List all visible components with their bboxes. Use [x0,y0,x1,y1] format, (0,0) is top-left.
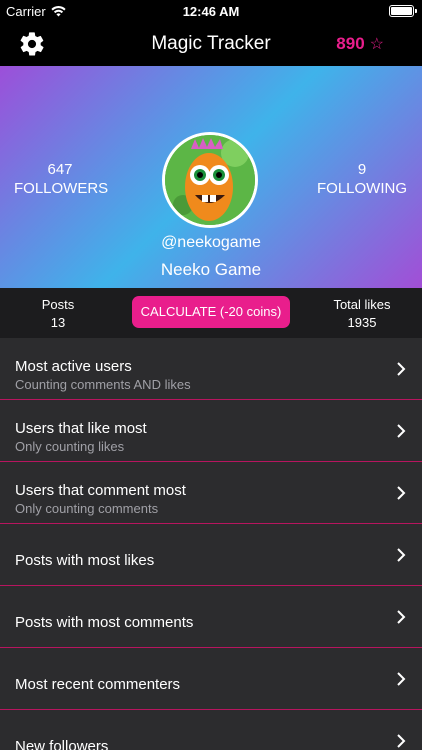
chevron-right-icon [397,486,406,500]
menu-item-label: New followers [15,738,109,750]
followers-count: 647 [47,161,73,178]
menu-item-posts-most-comments[interactable]: Posts with most comments [0,586,422,648]
menu-item-label: Most recent commenters [15,676,181,693]
chevron-right-icon [397,362,406,376]
menu-list: Most active users Counting comments AND … [0,338,422,750]
menu-item-users-comment-most[interactable]: Users that comment most Only counting co… [0,462,422,524]
menu-item-subtitle: Counting comments AND likes [15,377,191,392]
menu-item-recent-commenters[interactable]: Most recent commenters [0,648,422,710]
menu-item-subtitle: Only counting comments [15,501,159,516]
followers-label: FOLLOWERS [14,180,109,197]
menu-item-most-active-users[interactable]: Most active users Counting comments AND … [0,338,422,400]
menu-item-new-followers[interactable]: New followers [0,710,422,750]
likes-stat: Total likes 1935 [316,296,408,332]
coin-balance[interactable]: 890 ☆ [336,34,384,54]
chevron-right-icon [397,548,406,562]
menu-item-users-like-most[interactable]: Users that like most Only counting likes [0,400,422,462]
following-label: FOLLOWING [316,180,407,197]
chevron-right-icon [397,610,406,624]
star-icon: ☆ [369,36,384,53]
posts-label: Posts [41,297,75,312]
monster-avatar-image [165,135,255,225]
menu-item-label: Posts with most comments [15,614,194,631]
chevron-right-icon [397,672,406,686]
posts-stat: Posts 13 [18,296,98,332]
following-stat[interactable]: 9 FOLLOWING [316,160,408,198]
avatar[interactable] [162,132,258,228]
likes-value: 1935 [347,315,377,330]
menu-item-posts-most-likes[interactable]: Posts with most likes [0,524,422,586]
menu-item-label: Most active users [15,358,132,375]
following-count: 9 [357,161,367,178]
followers-stat[interactable]: 647 FOLLOWERS [14,160,109,198]
clock: 12:46 AM [182,4,240,19]
calculate-button[interactable]: CALCULATE (-20 coins) [132,296,290,328]
menu-item-label: Users that comment most [15,482,186,499]
nav-bar: Magic Tracker 890 ☆ [0,22,422,66]
user-handle: @neekogame [161,234,261,251]
user-display-name: Neeko Game [160,260,262,279]
menu-item-subtitle: Only counting likes [15,439,125,454]
chevron-right-icon [397,424,406,438]
menu-item-label: Users that like most [15,420,147,437]
coin-count: 890 [336,34,365,53]
menu-item-label: Posts with most likes [15,552,155,569]
status-bar: Carrier 12:46 AM [0,0,422,22]
profile-header: 647 FOLLOWERS 9 FOLLOWING @neekogame Nee… [0,66,422,288]
chevron-right-icon [397,734,406,748]
likes-label: Total likes [333,297,391,312]
posts-value: 13 [50,315,66,330]
battery-icon [389,5,417,17]
